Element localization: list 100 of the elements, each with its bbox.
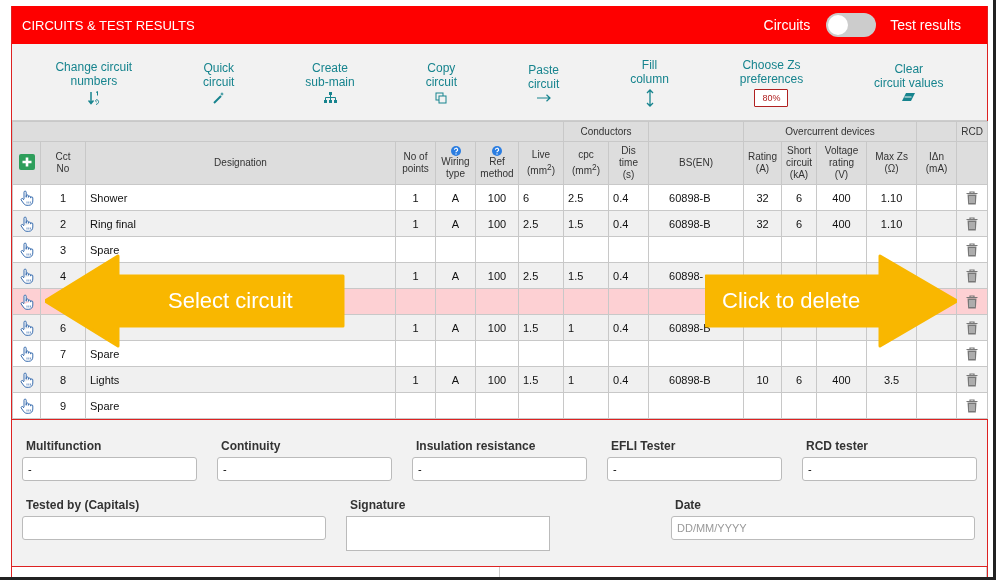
wand-icon[interactable]: [212, 91, 225, 104]
table-cell: 60898-B: [669, 191, 711, 204]
column-group-header: RCD: [961, 126, 983, 137]
column-header: No of points: [402, 151, 429, 175]
field-label: Continuity: [221, 439, 282, 453]
hand-pointer-icon[interactable]: [19, 345, 34, 362]
input-field[interactable]: [22, 516, 326, 540]
trash-icon[interactable]: [966, 320, 979, 335]
table-cell: 0.4: [613, 217, 629, 230]
table-cell: 6: [795, 217, 803, 230]
table-cell: 2.5: [523, 269, 539, 282]
table-cell: 0.4: [613, 269, 629, 282]
table-cell: 1.5: [568, 269, 584, 282]
column-header: BS(EN): [679, 157, 713, 169]
column-header: IΔn (mA): [925, 151, 948, 175]
sort-icon[interactable]: [87, 90, 100, 105]
hand-pointer-icon[interactable]: [19, 293, 34, 310]
table-cell: 6: [795, 191, 803, 204]
toolbar-link[interactable]: Paste circuit: [527, 62, 560, 91]
zs-preference-button[interactable]: 80%: [754, 88, 789, 107]
toggle-label: Circuits: [763, 17, 811, 33]
column-header: Ref method: [480, 156, 514, 180]
table-row[interactable]: 9 Spare: [12, 392, 988, 419]
hand-pointer-icon[interactable]: [19, 189, 34, 206]
trash-icon[interactable]: [966, 372, 979, 387]
table-row[interactable]: 2 Ring final 1 A 100 2.5 1.5 0.4 60898-B 32 6 400 1.10: [12, 210, 988, 237]
column-header: Short circuit (kA): [785, 145, 813, 181]
toolbar-link[interactable]: Change circuit numbers: [55, 59, 133, 88]
table-cell: Spare: [90, 399, 120, 412]
table-cell: A: [451, 321, 460, 334]
toolbar-link[interactable]: Copy circuit: [425, 60, 457, 89]
hand-pointer-icon[interactable]: [19, 397, 34, 414]
hand-pointer-icon[interactable]: [19, 319, 34, 336]
table-cell: 100: [487, 269, 507, 282]
table-cell: 400: [832, 191, 851, 204]
trash-icon[interactable]: [966, 398, 979, 413]
input-field[interactable]: -: [412, 457, 587, 481]
table-cell: 100: [487, 321, 507, 334]
table-row[interactable]: 3 Spare: [12, 236, 988, 263]
arrow-right-icon[interactable]: [536, 93, 551, 102]
hierarchy-icon[interactable]: [323, 92, 337, 103]
page-title: CIRCUITS & TEST RESULTS: [22, 17, 196, 33]
field-label: Insulation resistance: [416, 439, 537, 453]
table-cell: 1: [412, 191, 419, 204]
trash-icon[interactable]: [966, 346, 979, 361]
table-cell: 100: [487, 373, 507, 386]
table-cell: 1.5: [523, 321, 539, 334]
toggle-switch[interactable]: [826, 13, 877, 37]
table-cell: 32: [756, 217, 769, 230]
table-row[interactable]: 1 Shower 1 A 100 6 2.5 0.4 60898-B 32 6 400 1.10: [12, 184, 988, 211]
add-icon[interactable]: [18, 154, 35, 170]
table-cell: 1.5: [568, 217, 584, 230]
toolbar-link[interactable]: Clear circuit values: [874, 62, 944, 90]
table-cell: 1.5: [523, 373, 539, 386]
hand-pointer-icon[interactable]: [19, 371, 34, 388]
toolbar-link[interactable]: Create sub-main: [305, 61, 355, 89]
field-label: Date: [675, 498, 702, 512]
table-cell: Ring final: [90, 217, 136, 230]
help-icon[interactable]: [450, 146, 461, 156]
column-header: Dis time (s): [619, 145, 638, 181]
hand-pointer-icon[interactable]: [19, 267, 34, 284]
table-cell: 4: [59, 269, 67, 282]
toolbar-link[interactable]: Fill column: [630, 57, 669, 86]
signature-field[interactable]: [346, 516, 550, 551]
table-cell: A: [451, 217, 460, 230]
hand-pointer-icon[interactable]: [19, 215, 34, 232]
table-cell: 60898-: [669, 269, 704, 282]
table-cell: 100: [487, 217, 507, 230]
table-cell: 1: [412, 217, 419, 230]
trash-icon[interactable]: [966, 190, 979, 205]
table-row[interactable]: 7 Spare: [12, 340, 988, 367]
trash-icon[interactable]: [966, 242, 979, 257]
table-cell: 2.5: [568, 191, 584, 204]
input-field[interactable]: -: [607, 457, 782, 481]
vertical-arrow-icon[interactable]: [645, 88, 654, 107]
input-field[interactable]: -: [22, 457, 197, 481]
copy-icon[interactable]: [435, 91, 448, 104]
table-cell: 8: [59, 373, 67, 386]
column-header: Cct No: [55, 151, 71, 175]
column-header: Max Zs (Ω): [875, 151, 908, 175]
date-field[interactable]: DD/MM/YYYY: [671, 516, 975, 540]
input-field[interactable]: -: [802, 457, 977, 481]
eraser-icon[interactable]: [902, 93, 916, 102]
table-cell: Spare: [90, 347, 120, 360]
trash-icon[interactable]: [966, 294, 979, 309]
column-header: Wiring type: [441, 156, 470, 180]
input-field[interactable]: -: [217, 457, 392, 481]
help-icon[interactable]: [492, 146, 502, 156]
trash-icon[interactable]: [966, 216, 979, 231]
table-cell: 6: [795, 373, 803, 386]
field-label: Multifunction: [26, 439, 103, 453]
table-cell: 6: [523, 191, 530, 204]
trash-icon[interactable]: [966, 268, 979, 283]
toolbar-link[interactable]: Choose Zs preferences: [739, 57, 804, 86]
table-row[interactable]: 8 Lights 1 A 100 1.5 1 0.4 60898-B 10 6 400 3.5: [12, 366, 988, 393]
toolbar-link[interactable]: Quick circuit: [203, 60, 235, 89]
hand-pointer-icon[interactable]: [19, 241, 34, 258]
column-header: Live (mm$^{2}$): [527, 148, 555, 178]
field-label: Signature: [350, 498, 407, 512]
table-cell: 1.10: [880, 191, 903, 204]
